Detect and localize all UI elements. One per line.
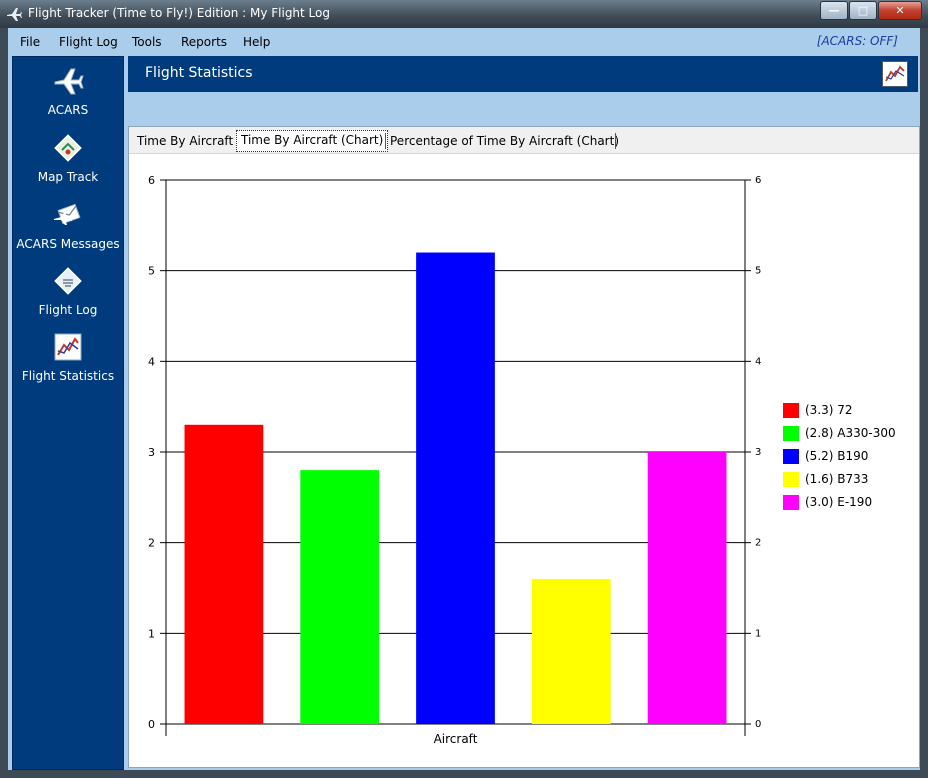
airplane-icon xyxy=(7,8,22,21)
tab-time-by-aircraft-chart[interactable]: Time By Aircraft (Chart) xyxy=(236,130,389,152)
legend-label: (3.0) E-190 xyxy=(805,495,873,509)
title-bar[interactable]: Flight Tracker (Time to Fly!) Edition : … xyxy=(0,0,928,28)
close-button[interactable]: ✕ xyxy=(878,1,922,20)
sidebar-item-acars[interactable]: ACARS xyxy=(13,65,123,117)
minimize-icon: — xyxy=(828,4,840,17)
tab-time-by-aircraft[interactable]: Time By Aircraft xyxy=(133,132,237,152)
map-icon xyxy=(54,134,82,162)
chart-legend: (3.3) 72 (2.8) A330-300 (5.2) B190 (1.6) B7… xyxy=(783,403,913,523)
close-icon: ✕ xyxy=(895,4,905,17)
legend-label: (5.2) B190 xyxy=(805,449,869,463)
sidebar-item-flight-statistics[interactable]: Flight Statistics xyxy=(13,331,123,383)
logbook-icon xyxy=(54,267,82,295)
bar xyxy=(184,424,264,724)
airplane-icon xyxy=(54,68,84,95)
sidebar-item-map-track[interactable]: Map Track xyxy=(13,132,123,184)
legend-label: (1.6) B733 xyxy=(805,472,869,486)
menu-bar: File Flight Log Tools Reports Help [ACAR… xyxy=(8,30,920,54)
page-title: Flight Statistics xyxy=(145,65,253,81)
menu-file[interactable]: File xyxy=(20,35,40,49)
sidebar-item-label: Flight Log xyxy=(38,303,98,317)
sidebar-item-acars-messages[interactable]: ACARS Messages xyxy=(13,199,123,251)
bar-chart: 0 0 1 1 2 2 3 3 4 4 5 5 6 6 Aircraft (3.3) 72 (2.8) A33… xyxy=(129,153,919,765)
y-tick-label-right: 5 xyxy=(755,266,761,277)
acars-status: [ACARS: OFF] xyxy=(816,34,898,48)
window-frame-left xyxy=(0,28,8,778)
app-window: Flight Tracker (Time to Fly!) Edition : … xyxy=(0,0,928,778)
messages-icon xyxy=(54,203,81,225)
legend-label: (2.8) A330-300 xyxy=(805,426,896,440)
y-tick-label: 6 xyxy=(148,174,155,187)
bar xyxy=(416,252,495,724)
y-tick-label: 1 xyxy=(148,627,155,640)
bar xyxy=(300,470,380,724)
bar xyxy=(531,578,611,724)
minimize-button[interactable]: — xyxy=(820,1,848,20)
maximize-button[interactable]: □ xyxy=(849,1,877,20)
sidebar-item-label: ACARS xyxy=(47,103,89,117)
sidebar-item-label: Map Track xyxy=(37,170,99,184)
y-tick-label: 0 xyxy=(148,718,155,731)
chart-icon xyxy=(54,333,82,361)
menu-help[interactable]: Help xyxy=(243,35,270,49)
statistics-panel: Time By Aircraft Time By Aircraft (Chart… xyxy=(128,126,920,768)
y-tick-label: 5 xyxy=(148,265,155,278)
page-header: Flight Statistics xyxy=(128,56,918,92)
y-tick-label: 4 xyxy=(148,355,155,368)
x-axis-label: Aircraft xyxy=(434,732,478,746)
window-frame-right xyxy=(920,28,928,778)
sidebar-item-label: ACARS Messages xyxy=(16,237,120,251)
y-tick-label-right: 4 xyxy=(755,356,761,367)
menu-flight-log[interactable]: Flight Log xyxy=(59,35,118,49)
sidebar: ACARS Map Track ACARS Messages Flight Lo… xyxy=(12,56,124,770)
maximize-icon: □ xyxy=(857,4,869,17)
y-tick-label-right: 6 xyxy=(755,175,761,186)
y-tick-label: 3 xyxy=(148,446,155,459)
tab-separator xyxy=(615,133,616,149)
legend-swatch xyxy=(783,472,799,487)
tab-percentage-by-aircraft-chart[interactable]: Percentage of Time By Aircraft (Chart) xyxy=(386,132,623,152)
y-tick-label: 2 xyxy=(148,537,155,550)
window-frame-bottom xyxy=(0,770,928,778)
chart-icon xyxy=(882,61,908,87)
menu-tools[interactable]: Tools xyxy=(132,35,162,49)
y-tick-label-right: 2 xyxy=(755,538,761,549)
menu-reports[interactable]: Reports xyxy=(181,35,227,49)
legend-swatch xyxy=(783,403,799,418)
legend-swatch xyxy=(783,426,799,441)
bar xyxy=(647,452,727,724)
y-tick-label-right: 3 xyxy=(755,447,761,458)
y-tick-label-right: 1 xyxy=(755,628,761,639)
legend-label: (3.3) 72 xyxy=(805,403,853,417)
legend-swatch xyxy=(783,495,799,510)
sidebar-item-flight-log[interactable]: Flight Log xyxy=(13,265,123,317)
y-tick-label-right: 0 xyxy=(755,719,761,730)
sidebar-item-label: Flight Statistics xyxy=(21,369,115,383)
tab-strip: Time By Aircraft Time By Aircraft (Chart… xyxy=(129,127,919,154)
window-title: Flight Tracker (Time to Fly!) Edition : … xyxy=(28,6,330,20)
legend-swatch xyxy=(783,449,799,464)
